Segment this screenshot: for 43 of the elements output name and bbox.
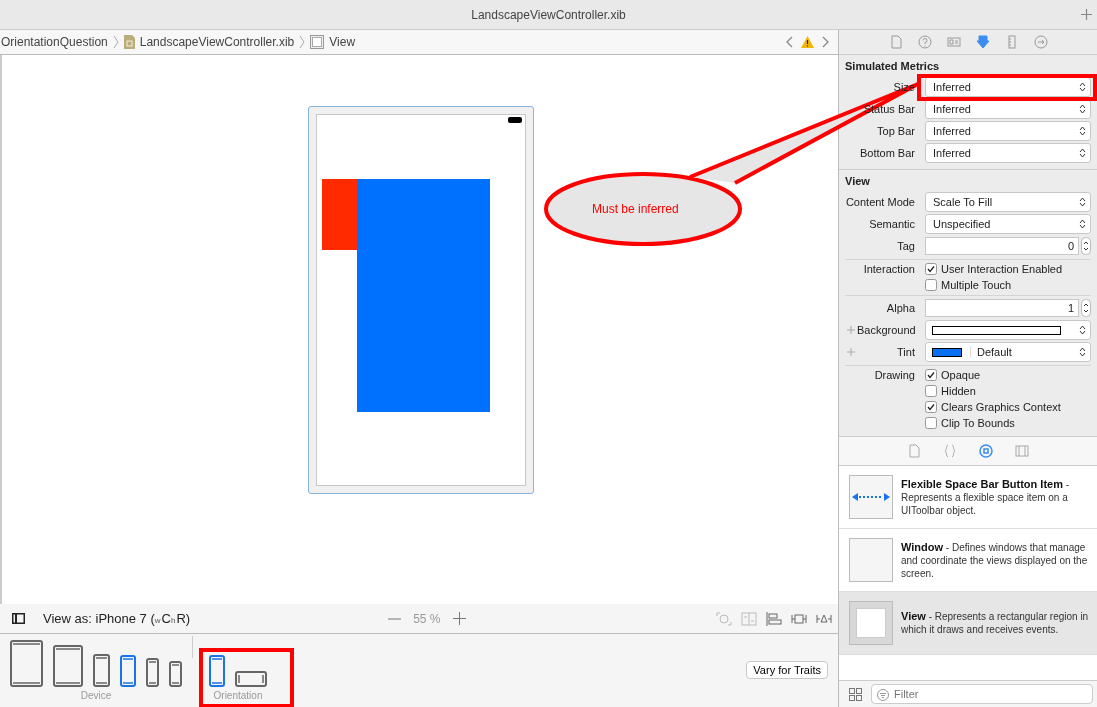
field-label: Background bbox=[857, 324, 915, 336]
checkbox[interactable]: Multiple Touch bbox=[925, 279, 1063, 291]
filter-field[interactable]: Filter bbox=[871, 684, 1093, 704]
breadcrumb-item[interactable]: LandscapeViewController.xib bbox=[139, 35, 295, 49]
object-description: View - Represents a rectangular region in which it draws and receives events. bbox=[901, 610, 1090, 636]
popup-menu[interactable]: Inferred bbox=[925, 143, 1091, 163]
library-item[interactable]: Flexible Space Bar Button Item - Represents a flexible space item on a UIToolbar object. bbox=[839, 466, 1097, 529]
section-title: Simulated Metrics bbox=[845, 60, 941, 72]
field-label: Drawing bbox=[873, 369, 915, 381]
checkbox[interactable]: User Interaction Enabled bbox=[925, 263, 1063, 275]
checkbox[interactable]: Clears Graphics Context bbox=[925, 401, 1061, 413]
checkbox[interactable]: Clip To Bounds bbox=[925, 417, 1061, 429]
number-field[interactable]: 0 bbox=[925, 237, 1079, 255]
popup-menu[interactable]: Unspecified bbox=[925, 214, 1091, 234]
zoom-level: 55 % bbox=[413, 611, 441, 626]
object-description: Window - Defines windows that manage and coordinate the views displayed on the screen. bbox=[901, 540, 1089, 580]
number-field[interactable]: 1 bbox=[925, 299, 1079, 317]
color-popup[interactable]: Default bbox=[925, 342, 1091, 362]
field-label: Tint bbox=[896, 346, 915, 358]
field-label: Tag bbox=[896, 240, 915, 252]
popup-menu[interactable]: Inferred bbox=[925, 121, 1091, 141]
breadcrumb-item[interactable]: OrientationQuestion bbox=[1, 35, 108, 49]
library-item[interactable]: View - Represents a rectangular region in which it draws and receives events. bbox=[839, 592, 1097, 655]
field-label: Bottom Bar bbox=[858, 147, 915, 159]
field-label: Content Mode bbox=[845, 196, 915, 208]
popup-menu[interactable]: Scale To Fill bbox=[925, 192, 1091, 212]
field-label: Interaction bbox=[862, 263, 915, 275]
view-as-label[interactable]: View as: iPhone 7 (wCh R) bbox=[43, 611, 191, 626]
object-description: Flexible Space Bar Button Item - Represents a flexible space item on a UIToolbar object. bbox=[901, 477, 1071, 517]
checkbox[interactable]: Opaque bbox=[925, 369, 1061, 381]
device-label: Device bbox=[80, 690, 112, 701]
breadcrumb-item[interactable]: View bbox=[329, 35, 356, 49]
section-title: View bbox=[845, 175, 871, 187]
window-title: LandscapeViewController.xib bbox=[471, 7, 626, 22]
callout-text: Must be inferred bbox=[592, 202, 679, 216]
orientation-label: Orientation bbox=[213, 690, 263, 701]
checkbox[interactable]: Hidden bbox=[925, 385, 1061, 397]
field-label: Semantic bbox=[868, 218, 915, 230]
field-label: Alpha bbox=[885, 302, 915, 314]
popup-menu[interactable]: Inferred bbox=[925, 99, 1091, 119]
vary-for-traits-button[interactable]: Vary for Traits bbox=[746, 661, 828, 679]
popup-menu[interactable]: Inferred bbox=[925, 77, 1091, 97]
field-label: Top Bar bbox=[876, 125, 915, 137]
